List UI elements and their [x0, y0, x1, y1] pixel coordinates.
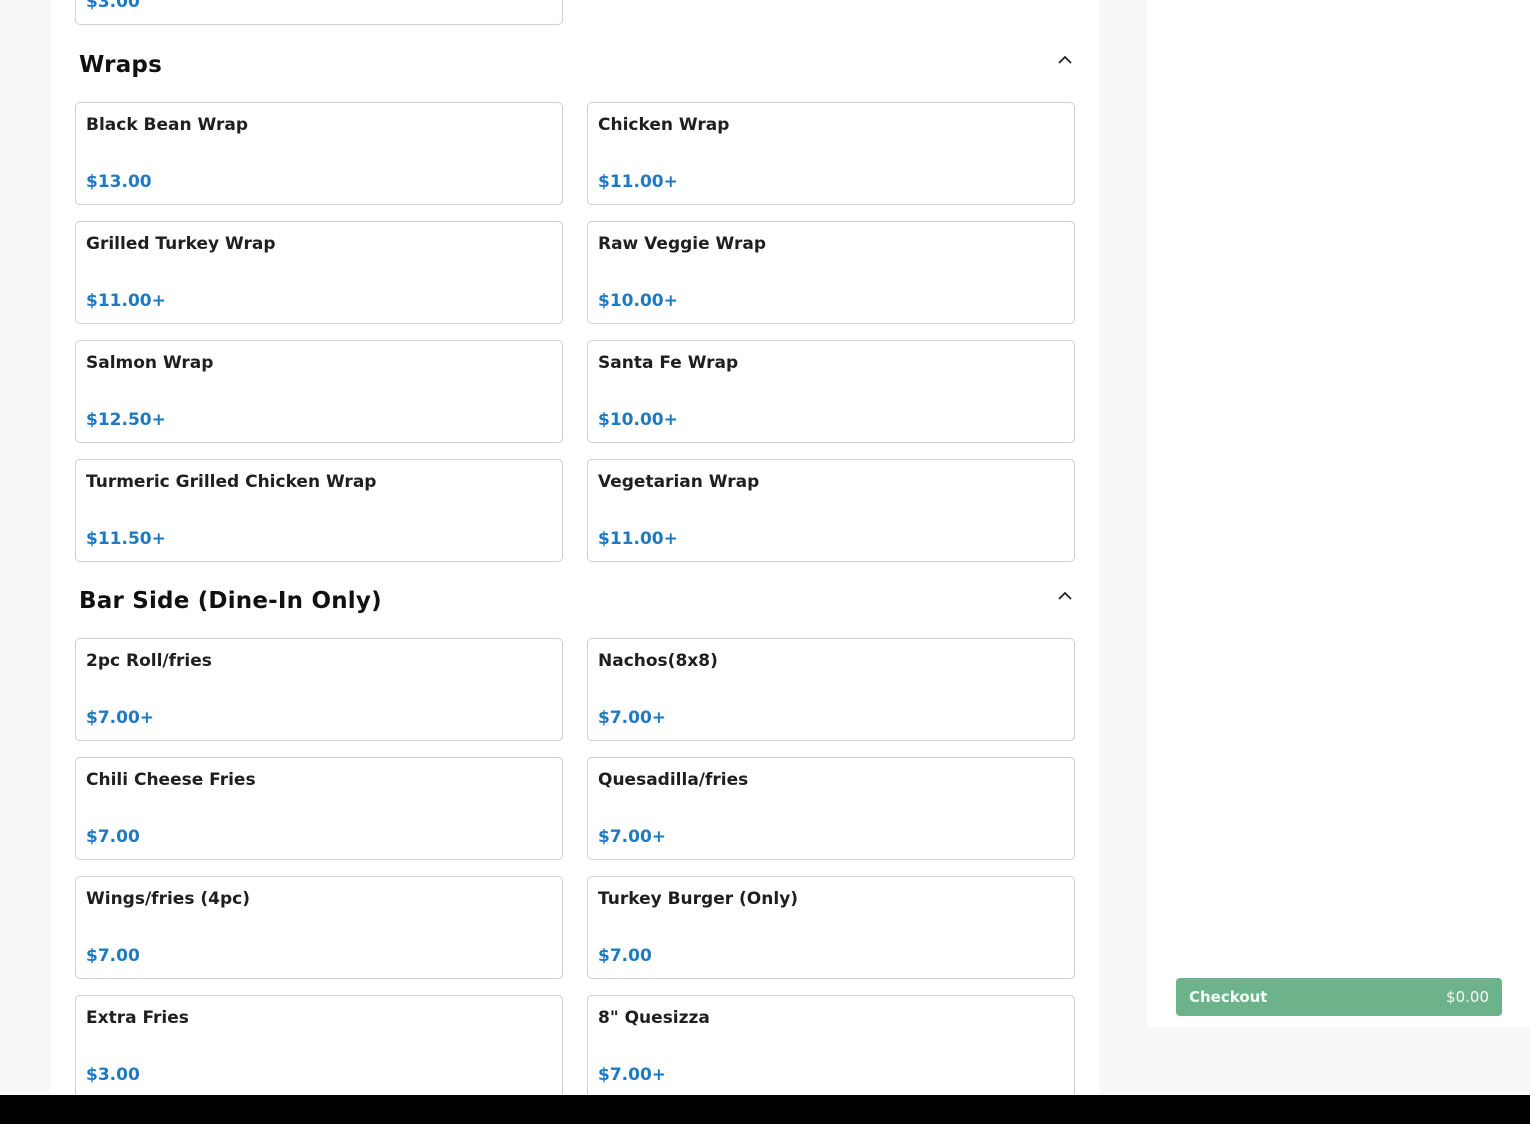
menu-item-name: Vegetarian Wrap — [598, 472, 760, 492]
bottom-bar — [0, 1095, 1530, 1124]
menu-item-price: $7.00 — [86, 946, 140, 966]
menu-item-price: $11.00+ — [598, 529, 678, 549]
section-title-wraps: Wraps — [79, 52, 162, 78]
menu-item-price: $7.00 — [86, 827, 140, 847]
checkout-total: $0.00 — [1446, 988, 1489, 1006]
menu-item-name: 2pc Roll/fries — [86, 651, 212, 671]
menu-item-name: Grilled Turkey Wrap — [86, 234, 276, 254]
menu-item-card[interactable]: Black Bean Wrap $13.00 — [75, 102, 563, 205]
menu-item-name: Salmon Wrap — [86, 353, 214, 373]
menu-item-name: Santa Fe Wrap — [598, 353, 739, 373]
menu-item-name: Turmeric Grilled Chicken Wrap — [86, 472, 377, 492]
menu-item-card[interactable]: Quesadilla/fries $7.00+ — [587, 757, 1075, 860]
menu-item-name: Black Bean Wrap — [86, 115, 249, 135]
menu-item-name: Chili Cheese Fries — [86, 770, 256, 790]
checkout-button[interactable]: Checkout $0.00 — [1176, 978, 1502, 1016]
menu-item-name: Wings/fries (4pc) — [86, 889, 250, 909]
menu-item-card[interactable]: 2pc Roll/fries $7.00+ — [75, 638, 563, 741]
menu-item-card[interactable]: Raw Veggie Wrap $10.00+ — [587, 221, 1075, 324]
menu-item-price: $7.00+ — [598, 708, 667, 728]
menu-item-name: Quesadilla/fries — [598, 770, 749, 790]
menu-item-card[interactable]: Extra Fries $3.00 — [75, 995, 563, 1095]
menu-item-name: 8" Quesizza — [598, 1008, 710, 1028]
menu-item-card[interactable]: Chicken Wrap $11.00+ — [587, 102, 1075, 205]
menu-item-card[interactable]: Wings/fries (4pc) $7.00 — [75, 876, 563, 979]
menu-item-price: $7.00 — [598, 946, 652, 966]
cart-panel — [1147, 0, 1530, 1027]
menu-panel: $3.00 Wraps Black Bean Wrap $13.00 Chick… — [51, 0, 1099, 1095]
menu-item-price: $3.00 — [86, 0, 140, 12]
menu-item-price: $11.00+ — [86, 291, 166, 311]
menu-item-price: $7.00+ — [86, 708, 155, 728]
menu-item-price: $11.50+ — [86, 529, 166, 549]
menu-item-price: $7.00+ — [598, 827, 667, 847]
menu-item-card[interactable]: 8" Quesizza $7.00+ — [587, 995, 1075, 1095]
menu-item-name: Raw Veggie Wrap — [598, 234, 767, 254]
chevron-up-icon[interactable] — [1055, 50, 1075, 70]
menu-item-card[interactable]: Vegetarian Wrap $11.00+ — [587, 459, 1075, 562]
menu-item-name: Nachos(8x8) — [598, 651, 718, 671]
menu-item-name: Extra Fries — [86, 1008, 189, 1028]
menu-item-price: $3.00 — [86, 1065, 140, 1085]
section-title-bar-side: Bar Side (Dine-In Only) — [79, 588, 382, 614]
menu-item-name: Turkey Burger (Only) — [598, 889, 799, 909]
menu-item-card[interactable]: Turkey Burger (Only) $7.00 — [587, 876, 1075, 979]
menu-item-card[interactable]: Nachos(8x8) $7.00+ — [587, 638, 1075, 741]
checkout-label: Checkout — [1189, 988, 1268, 1006]
menu-item-price: $7.00+ — [598, 1065, 667, 1085]
menu-item-card[interactable]: Grilled Turkey Wrap $11.00+ — [75, 221, 563, 324]
menu-item-price: $10.00+ — [598, 291, 678, 311]
menu-item-card[interactable]: Turmeric Grilled Chicken Wrap $11.50+ — [75, 459, 563, 562]
menu-item-price: $10.00+ — [598, 410, 678, 430]
menu-item-name: Chicken Wrap — [598, 115, 730, 135]
menu-item-price: $12.50+ — [86, 410, 166, 430]
menu-item-price: $13.00 — [86, 172, 152, 192]
menu-item-card[interactable]: Salmon Wrap $12.50+ — [75, 340, 563, 443]
menu-item-card[interactable]: Santa Fe Wrap $10.00+ — [587, 340, 1075, 443]
menu-item-card[interactable]: Chili Cheese Fries $7.00 — [75, 757, 563, 860]
menu-item-card[interactable]: $3.00 — [75, 0, 563, 25]
menu-item-price: $11.00+ — [598, 172, 678, 192]
chevron-up-icon[interactable] — [1055, 586, 1075, 606]
